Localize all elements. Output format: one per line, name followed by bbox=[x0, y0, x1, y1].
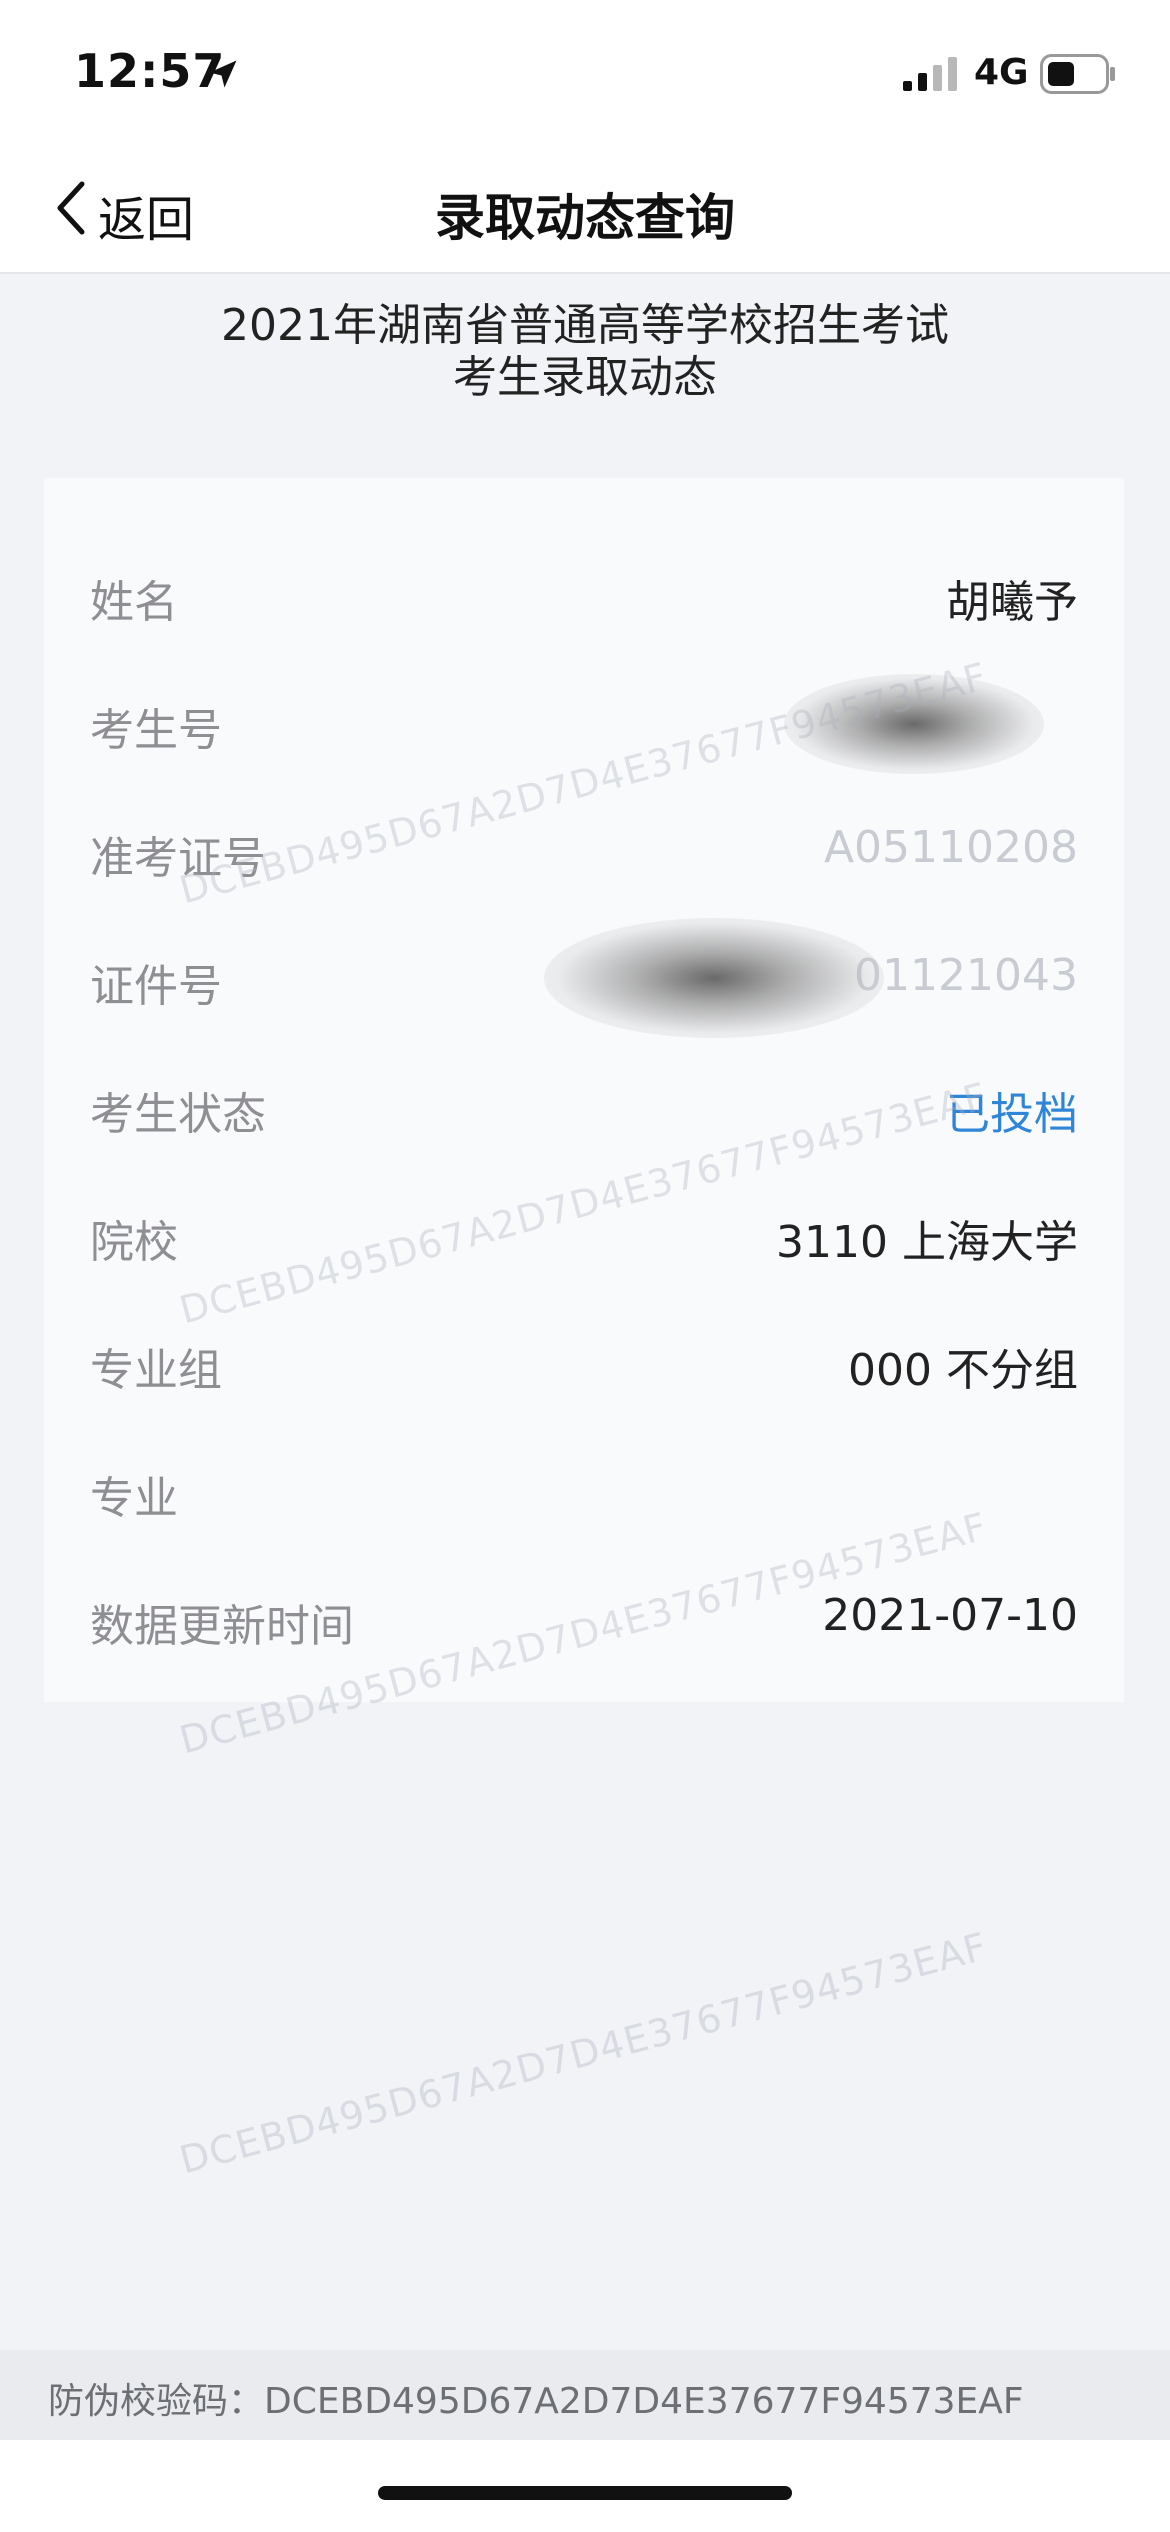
watermark: DCEBD495D67A2D7D4E37677F94573EAF bbox=[175, 1924, 992, 2183]
navigation-bar: 返回 录取动态查询 bbox=[0, 140, 1170, 274]
row-value: 2021-07-10 bbox=[822, 1590, 1078, 1641]
header-line-2: 考生录取动态 bbox=[453, 352, 717, 403]
row-label: 考生状态 bbox=[90, 1089, 266, 1140]
header-line-1: 2021年湖南省普通高等学校招生考试 bbox=[221, 300, 949, 351]
row-value: 3110 上海大学 bbox=[776, 1217, 1078, 1268]
verification-code: 防伪校验码：DCEBD495D67A2D7D4E37677F94573EAF bbox=[48, 2381, 1024, 2422]
row-label: 专业组 bbox=[90, 1345, 222, 1396]
page-header: 2021年湖南省普通高等学校招生考试 考生录取动态 bbox=[0, 300, 1170, 404]
status-bar: 12:57 4G bbox=[0, 0, 1170, 140]
screen: 12:57 4G 返回 录取动态查询 2021年湖南省普通高等学校招生考试 考生… bbox=[0, 0, 1170, 2532]
location-arrow-icon bbox=[209, 60, 237, 88]
cellular-signal-icon bbox=[903, 57, 957, 91]
battery-icon bbox=[1040, 54, 1115, 94]
home-indicator[interactable] bbox=[378, 2486, 792, 2500]
row-value: 000 不分组 bbox=[848, 1345, 1078, 1396]
footer: 防伪校验码：DCEBD495D67A2D7D4E37677F94573EAF bbox=[0, 2350, 1170, 2440]
row-name: 姓名 胡曦予 bbox=[44, 526, 1124, 654]
row-id-number: 证件号 01121043 bbox=[44, 910, 1124, 1038]
row-value: 胡曦予 bbox=[946, 577, 1078, 628]
home-indicator-area bbox=[0, 2440, 1170, 2532]
row-value: 01121043 bbox=[854, 950, 1078, 1001]
page-title: 录取动态查询 bbox=[435, 189, 735, 247]
row-label: 考生号 bbox=[90, 705, 222, 756]
clock: 12:57 bbox=[74, 44, 226, 98]
row-label: 证件号 bbox=[90, 961, 222, 1012]
row-value: A05110208 bbox=[823, 822, 1078, 873]
row-label: 数据更新时间 bbox=[90, 1601, 354, 1652]
row-label: 姓名 bbox=[90, 577, 178, 628]
redaction-smudge bbox=[544, 918, 884, 1038]
network-type: 4G bbox=[974, 52, 1029, 93]
row-label: 院校 bbox=[90, 1217, 178, 1268]
row-label: 专业 bbox=[90, 1473, 178, 1524]
